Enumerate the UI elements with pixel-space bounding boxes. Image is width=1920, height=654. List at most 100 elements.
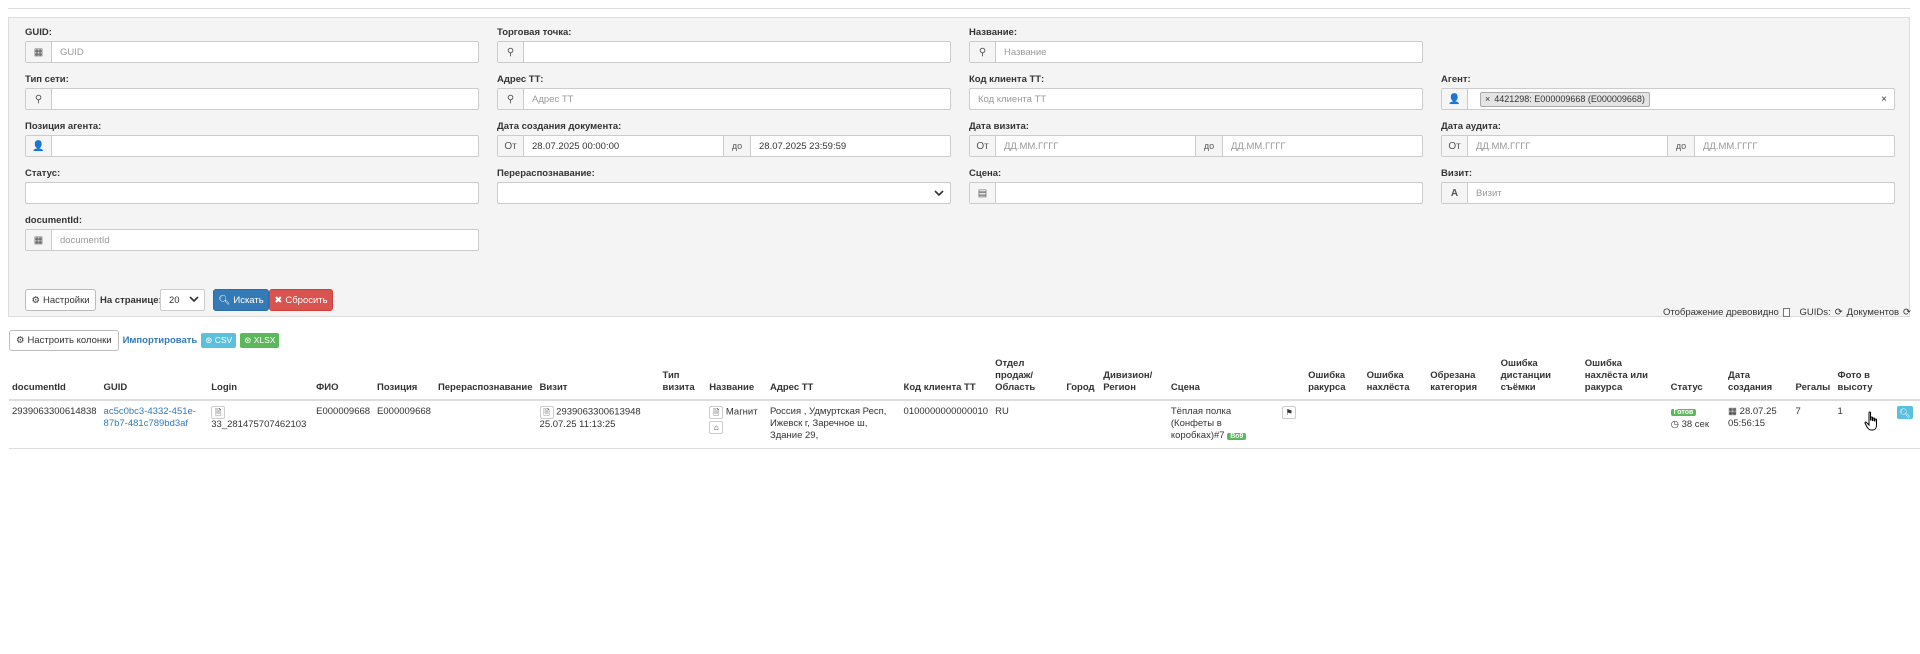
refresh-icon[interactable]: ⟳ bbox=[1903, 307, 1911, 318]
reset-button[interactable]: ✖ Сбросить bbox=[269, 289, 333, 311]
audit-date-from-input[interactable]: ДД.ММ.ГГГГ bbox=[1468, 136, 1667, 156]
search-button[interactable]: 🔍︎ Искать bbox=[213, 289, 269, 311]
network-type-input[interactable]: ⚲ bbox=[25, 88, 479, 110]
csv-export-button[interactable]: ⊛ CSV bbox=[201, 333, 237, 348]
document-icon[interactable]: 🗎 bbox=[709, 406, 724, 419]
column-header[interactable]: Тип визита bbox=[659, 358, 707, 401]
column-header[interactable]: Код клиента ТТ bbox=[900, 358, 993, 401]
scene-badge: Bo9 bbox=[1227, 433, 1247, 440]
hand-cursor-icon bbox=[1864, 411, 1880, 436]
doc-created-label: Дата создания документа: bbox=[497, 121, 622, 132]
settings-button[interactable]: ⚙ Настройки bbox=[25, 289, 96, 311]
column-header bbox=[1279, 358, 1306, 401]
audit-date-filter: Дата аудита: От ДД.ММ.ГГГГ до ДД.ММ.ГГГГ bbox=[1441, 121, 1895, 157]
column-header[interactable]: Фото в высоту bbox=[1834, 358, 1894, 401]
column-header[interactable]: GUID bbox=[100, 358, 209, 401]
column-header[interactable]: Регалы bbox=[1792, 358, 1835, 401]
column-header[interactable]: Статус bbox=[1667, 358, 1726, 401]
cell-visit-date: 25.07.25 11:13:25 bbox=[539, 419, 616, 430]
top-divider bbox=[8, 8, 1910, 9]
column-header[interactable]: Login bbox=[208, 358, 314, 401]
tt-address-filter: Адрес ТТ: ⚲ Адрес ТТ bbox=[497, 74, 951, 110]
per-page-select[interactable]: 20 bbox=[160, 289, 205, 311]
column-header[interactable]: Сцена bbox=[1167, 358, 1280, 401]
column-header[interactable]: Ошибка ракурса bbox=[1305, 358, 1364, 401]
chevron-down-icon bbox=[189, 295, 199, 306]
name-label: Название: bbox=[969, 27, 1018, 38]
tt-address-placeholder: Адрес ТТ bbox=[532, 93, 574, 105]
guid-filter: GUID: ▦ GUID bbox=[25, 27, 479, 63]
column-header[interactable]: documentId bbox=[9, 358, 101, 401]
filter-panel: GUID: ▦ GUID Торговая точка: ⚲ Название:… bbox=[8, 17, 1911, 318]
visit-input[interactable]: A Визит bbox=[1441, 182, 1895, 204]
status-select[interactable] bbox=[25, 182, 479, 204]
tt-client-code-input[interactable]: Код клиента ТТ bbox=[969, 88, 1423, 110]
calendar-icon: ▤ bbox=[970, 183, 996, 203]
configure-columns-button[interactable]: ⚙ Настроить колонки bbox=[9, 330, 119, 351]
column-header[interactable]: Ошибка дистанции съёмки bbox=[1497, 358, 1582, 401]
agent-position-input[interactable]: 👤 bbox=[25, 135, 479, 157]
gear-icon: ⚙ bbox=[16, 335, 25, 346]
clear-icon[interactable]: × bbox=[1874, 89, 1894, 109]
column-header[interactable]: ФИО bbox=[313, 358, 375, 401]
network-type-placeholder bbox=[52, 89, 478, 109]
agent-select[interactable]: 👤 × 4421298: E000009668 (E000009668) × bbox=[1441, 88, 1895, 110]
refresh-icon[interactable]: ⟳ bbox=[1835, 307, 1843, 318]
column-header[interactable]: Название bbox=[706, 358, 767, 401]
column-header[interactable]: Обрезана категория bbox=[1427, 358, 1498, 401]
guids-label: GUIDs: bbox=[1799, 307, 1831, 318]
audit-date-to-input[interactable]: ДД.ММ.ГГГГ bbox=[1695, 136, 1894, 156]
document-id-label: documentId: bbox=[25, 215, 82, 226]
document-icon[interactable]: 🗎 bbox=[539, 406, 554, 419]
tree-view-checkbox[interactable] bbox=[1782, 308, 1790, 317]
column-header[interactable]: Перераспознавание bbox=[434, 358, 537, 401]
visit-date-from-input[interactable]: ДД.ММ.ГГГГ bbox=[996, 136, 1195, 156]
trade-point-input[interactable]: ⚲ bbox=[497, 41, 951, 63]
rerecognition-select[interactable] bbox=[497, 182, 951, 204]
doc-created-to-input[interactable]: 28.07.2025 23:59:59 bbox=[751, 136, 950, 156]
table-header-row: documentId GUID Login ФИО Позиция Перера… bbox=[9, 358, 1920, 401]
name-filter: Название: ⚲ Название bbox=[969, 27, 1423, 63]
guid-link[interactable]: ac5c0bc3-4332-451e-87b7-481c789bd3af bbox=[104, 406, 196, 429]
network-type-label: Тип сети: bbox=[25, 74, 69, 85]
agent-tag[interactable]: × 4421298: E000009668 (E000009668) bbox=[1480, 91, 1650, 107]
rerecognition-label: Перераспознавание: bbox=[497, 168, 595, 179]
rerecognition-filter: Перераспознавание: bbox=[497, 168, 951, 204]
import-link[interactable]: Импортировать bbox=[123, 335, 198, 346]
agent-position-filter: Позиция агента: 👤 bbox=[25, 121, 479, 157]
xlsx-export-button[interactable]: ⊛ XLSX bbox=[240, 333, 280, 348]
tt-client-code-filter: Код клиента ТТ: Код клиента ТТ bbox=[969, 74, 1423, 110]
column-header[interactable]: Отдел продаж/ Область bbox=[992, 358, 1064, 401]
column-header[interactable]: Город bbox=[1063, 358, 1101, 401]
column-header[interactable]: Дивизион/ Регион bbox=[1100, 358, 1168, 401]
column-header[interactable]: Ошибка нахлёста или ракурса bbox=[1581, 358, 1668, 401]
document-icon[interactable]: 🗎 bbox=[211, 406, 226, 419]
doc-created-from-input[interactable]: 28.07.2025 00:00:00 bbox=[524, 136, 723, 156]
trade-point-label: Торговая точка: bbox=[497, 27, 572, 38]
document-id-input[interactable]: ▦ documentId bbox=[25, 229, 479, 251]
cell-address: Россия , Удмуртская Респ, Ижевск г, Заре… bbox=[766, 400, 901, 449]
column-header[interactable]: Дата создания bbox=[1725, 358, 1793, 401]
flag-icon[interactable]: ⚑ bbox=[1282, 406, 1297, 419]
guid-input[interactable]: ▦ GUID bbox=[25, 41, 479, 63]
doc-created-filter: Дата создания документа: От 28.07.2025 0… bbox=[497, 121, 951, 157]
scene-input[interactable]: ▤ bbox=[969, 182, 1423, 204]
documents-table: documentId GUID Login ФИО Позиция Перера… bbox=[9, 358, 1920, 449]
search-icon[interactable]: 🔍︎ bbox=[1896, 406, 1913, 419]
remove-tag-icon[interactable]: × bbox=[1485, 94, 1490, 104]
column-header[interactable]: Ошибка нахлёста bbox=[1363, 358, 1428, 401]
visit-date-to-input[interactable]: ДД.ММ.ГГГГ bbox=[1223, 136, 1422, 156]
name-input[interactable]: ⚲ Название bbox=[969, 41, 1423, 63]
column-header[interactable]: Позиция bbox=[374, 358, 435, 401]
cell-position: E000009668 bbox=[374, 400, 435, 449]
home-icon[interactable]: ⌂ bbox=[709, 421, 724, 434]
gear-icon: ⚙ bbox=[31, 294, 40, 306]
column-header[interactable]: Визит bbox=[536, 358, 660, 401]
user-icon: 👤 bbox=[26, 136, 52, 156]
column-header[interactable]: Адрес ТТ bbox=[766, 358, 901, 401]
tt-address-input[interactable]: ⚲ Адрес ТТ bbox=[497, 88, 951, 110]
calendar-icon: ▦ bbox=[1728, 406, 1738, 417]
chevron-down-icon bbox=[928, 183, 950, 203]
map-marker-icon: ⚲ bbox=[498, 42, 524, 62]
search-icon: 🔍︎ bbox=[218, 294, 231, 306]
